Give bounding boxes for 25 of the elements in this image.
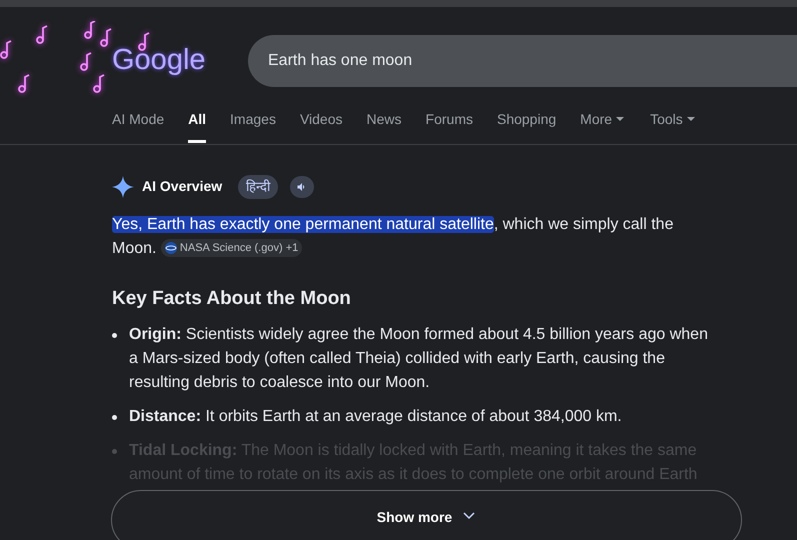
sparkle-icon [112, 176, 134, 198]
ai-overview-title: AI Overview [142, 177, 222, 196]
search-tab[interactable]: AI Mode [112, 109, 164, 143]
search-tab[interactable]: Forums [426, 109, 473, 143]
search-tab[interactable]: News [366, 109, 402, 143]
search-tab[interactable]: Images [230, 109, 276, 143]
search-field[interactable]: Earth has one moon [248, 35, 797, 87]
section-heading: Key Facts About the Moon [112, 286, 352, 310]
search-tab[interactable]: Videos [300, 109, 343, 143]
bullet-icon [112, 415, 117, 420]
source-chip[interactable]: NASA Science (.gov) +1 [160, 239, 302, 258]
bullet-icon [112, 449, 117, 454]
logo[interactable]: Google [112, 39, 248, 83]
language-chip[interactable]: हिन्दी [238, 175, 278, 198]
show-more-button[interactable]: Show more [111, 490, 742, 540]
search-tab[interactable]: All [188, 109, 206, 143]
speaker-button[interactable] [290, 176, 314, 198]
search-tab[interactable]: Tools [650, 109, 695, 143]
search-tab[interactable]: More [580, 109, 624, 143]
fact-text: Distance: It orbits Earth at an average distance of about 384,000 km. [129, 407, 622, 427]
fact-text: Origin: Scientists widely agree the Moon formed about 4.5 billion years ago when a Mars-sized body (often called Theia) collided with early Earth, causing the resulting debris to coalesce into our Moon. [129, 325, 709, 393]
answer-paragraph: Yes, Earth has exactly one permanent natural satellite, which we simply call the Moon. NASA Science (.gov) +1 [112, 214, 674, 260]
globe-icon [164, 242, 177, 254]
bullet-icon [112, 333, 117, 338]
search-tab[interactable]: Shopping [496, 109, 556, 143]
